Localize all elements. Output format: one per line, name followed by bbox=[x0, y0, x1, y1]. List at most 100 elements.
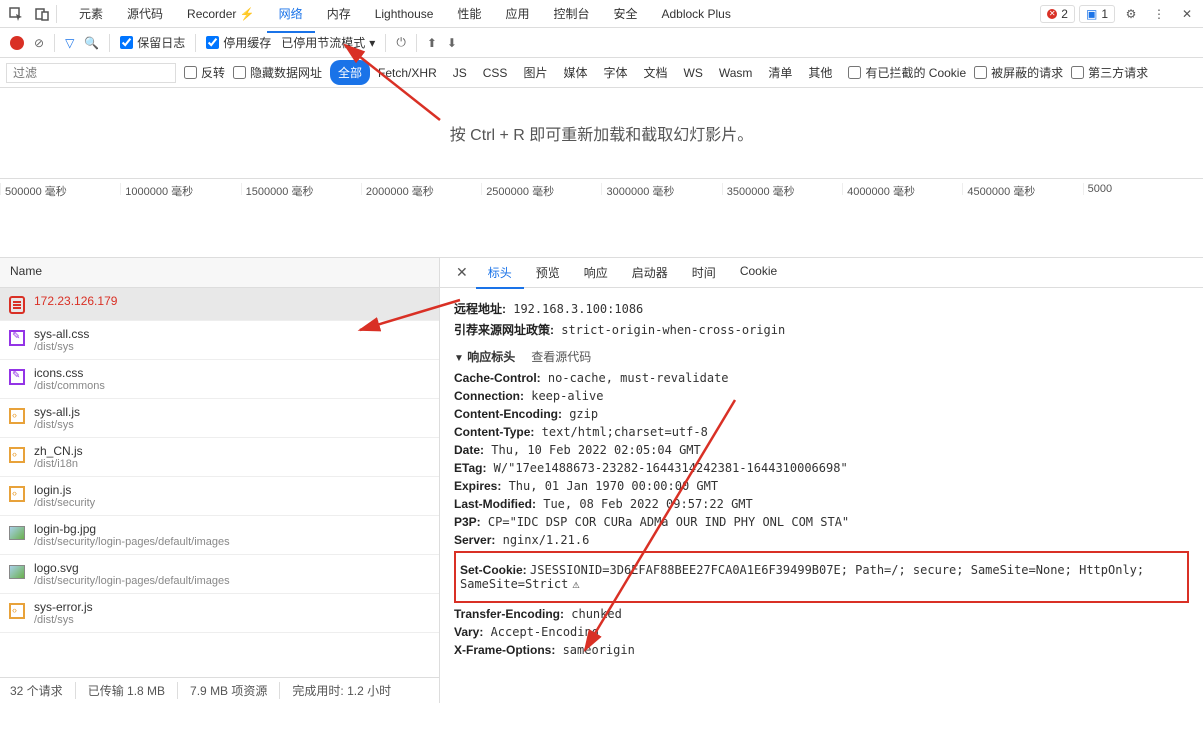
detail-tab-0[interactable]: 标头 bbox=[476, 258, 524, 289]
filter-type-全部[interactable]: 全部 bbox=[330, 60, 370, 85]
close-detail-icon[interactable]: ✕ bbox=[448, 264, 476, 281]
device-icon[interactable] bbox=[30, 2, 54, 26]
separator bbox=[54, 34, 55, 52]
inspect-icon[interactable] bbox=[4, 2, 28, 26]
panel-tabs: 元素源代码Recorder ⚡网络内存Lighthouse性能应用控制台安全Ad… bbox=[67, 0, 1038, 28]
upload-icon[interactable]: ⬆ bbox=[427, 36, 437, 50]
view-source-link[interactable]: 查看源代码 bbox=[531, 348, 591, 365]
filter-type-文档[interactable]: 文档 bbox=[635, 60, 675, 85]
timeline-tick: 1500000 毫秒 bbox=[241, 183, 361, 195]
request-name: sys-all.css bbox=[34, 327, 89, 341]
filter-type-图片[interactable]: 图片 bbox=[515, 60, 555, 85]
request-row[interactable]: 172.23.126.179 bbox=[0, 288, 439, 321]
js-file-icon bbox=[8, 602, 26, 620]
doc-file-icon bbox=[8, 296, 26, 314]
detail-tab-4[interactable]: 时间 bbox=[680, 258, 728, 288]
header-key: Last-Modified: bbox=[454, 497, 536, 511]
request-name: 172.23.126.179 bbox=[34, 294, 117, 308]
throttle-label: 已停用节流模式 bbox=[281, 34, 365, 51]
request-name: icons.css bbox=[34, 366, 105, 380]
request-row[interactable]: login-bg.jpg/dist/security/login-pages/d… bbox=[0, 516, 439, 555]
header-row: Server: nginx/1.21.6 bbox=[454, 533, 1189, 547]
blocked-cookie-checkbox[interactable]: 有已拦截的 Cookie bbox=[848, 64, 966, 81]
header-row: Content-Type: text/html;charset=utf-8 bbox=[454, 425, 1189, 439]
header-key: X-Frame-Options: bbox=[454, 643, 555, 657]
filter-input[interactable] bbox=[6, 63, 176, 83]
filter-type-Wasm[interactable]: Wasm bbox=[711, 62, 761, 84]
header-key: Content-Type: bbox=[454, 425, 534, 439]
header-row-set-cookie: Set-Cookie: JSESSIONID=3D6EFAF88BEE27FCA… bbox=[460, 563, 1183, 591]
network-toolbar: ⊘ ▽ 🔍 保留日志 停用缓存 已停用节流模式 ▾ ⏻ ⬆ ⬇ bbox=[0, 28, 1203, 58]
header-row: X-Frame-Options: sameorigin bbox=[454, 643, 1189, 657]
panel-tab-7[interactable]: 应用 bbox=[493, 0, 541, 28]
panel-tab-6[interactable]: 性能 bbox=[445, 0, 493, 28]
detail-tab-1[interactable]: 预览 bbox=[524, 258, 572, 288]
request-name: sys-error.js bbox=[34, 600, 93, 614]
panel-tab-1[interactable]: 源代码 bbox=[115, 0, 175, 28]
panel-tab-4[interactable]: 内存 bbox=[315, 0, 363, 28]
filter-icon[interactable]: ▽ bbox=[65, 36, 74, 50]
request-row[interactable]: sys-all.js/dist/sys bbox=[0, 399, 439, 438]
preserve-log-checkbox[interactable]: 保留日志 bbox=[120, 34, 185, 51]
timeline-ticks: 500000 毫秒1000000 毫秒1500000 毫秒2000000 毫秒2… bbox=[0, 183, 1203, 195]
panel-tab-3[interactable]: 网络 bbox=[267, 0, 315, 28]
hide-data-url-checkbox[interactable]: 隐藏数据网址 bbox=[233, 64, 322, 81]
header-row: Last-Modified: Tue, 08 Feb 2022 09:57:22… bbox=[454, 497, 1189, 511]
disable-cache-checkbox[interactable]: 停用缓存 bbox=[206, 34, 271, 51]
request-row[interactable]: logo.svg/dist/security/login-pages/defau… bbox=[0, 555, 439, 594]
message-badge[interactable]: ▣1 bbox=[1079, 5, 1115, 23]
panel-tab-5[interactable]: Lighthouse bbox=[363, 1, 446, 27]
filter-type-其他[interactable]: 其他 bbox=[800, 60, 840, 85]
panel-tab-8[interactable]: 控制台 bbox=[541, 0, 601, 28]
toolbar-right: ✕2 ▣1 ⚙ ⋮ ✕ bbox=[1040, 2, 1199, 26]
filter-type-字体[interactable]: 字体 bbox=[595, 60, 635, 85]
search-icon[interactable]: 🔍 bbox=[84, 36, 99, 50]
blocked-req-checkbox[interactable]: 被屏蔽的请求 bbox=[974, 64, 1063, 81]
panel-tab-0[interactable]: 元素 bbox=[67, 0, 115, 28]
error-badge[interactable]: ✕2 bbox=[1040, 5, 1075, 23]
filter-type-WS[interactable]: WS bbox=[676, 62, 711, 84]
third-party-checkbox[interactable]: 第三方请求 bbox=[1071, 64, 1148, 81]
invert-checkbox[interactable]: 反转 bbox=[184, 64, 225, 81]
status-req-count: 32 个请求 bbox=[10, 682, 76, 699]
request-detail-panel: ✕ 标头预览响应启动器时间Cookie 远程地址: 192.168.3.100:… bbox=[440, 258, 1203, 703]
response-headers-section[interactable]: ▼ 响应标头 查看源代码 bbox=[454, 348, 1189, 365]
filter-type-Fetch/XHR[interactable]: Fetch/XHR bbox=[370, 62, 445, 84]
header-row: Vary: Accept-Encoding bbox=[454, 625, 1189, 639]
header-value: Thu, 10 Feb 2022 02:05:04 GMT bbox=[484, 443, 701, 457]
panel-tab-9[interactable]: 安全 bbox=[601, 0, 649, 28]
request-row[interactable]: icons.css/dist/commons bbox=[0, 360, 439, 399]
filter-type-CSS[interactable]: CSS bbox=[475, 62, 516, 84]
detail-tab-3[interactable]: 启动器 bbox=[620, 258, 680, 288]
detail-tab-5[interactable]: Cookie bbox=[728, 258, 789, 288]
timeline-tick: 3500000 毫秒 bbox=[722, 183, 842, 195]
panel-tab-10[interactable]: Adblock Plus bbox=[649, 1, 742, 27]
wifi-icon[interactable]: ⏻ bbox=[396, 35, 406, 50]
request-list: 172.23.126.179sys-all.css/dist/sysicons.… bbox=[0, 288, 439, 677]
header-value: Tue, 08 Feb 2022 09:57:22 GMT bbox=[536, 497, 753, 511]
request-row[interactable]: sys-error.js/dist/sys bbox=[0, 594, 439, 633]
panel-tab-2[interactable]: Recorder ⚡ bbox=[175, 1, 267, 27]
more-icon[interactable]: ⋮ bbox=[1147, 2, 1171, 26]
settings-icon[interactable]: ⚙ bbox=[1119, 2, 1143, 26]
download-icon[interactable]: ⬇ bbox=[447, 36, 457, 50]
record-button[interactable] bbox=[10, 36, 24, 50]
throttle-dropdown[interactable]: 已停用节流模式 ▾ bbox=[281, 34, 375, 51]
request-row[interactable]: sys-all.css/dist/sys bbox=[0, 321, 439, 360]
filter-type-清单[interactable]: 清单 bbox=[760, 60, 800, 85]
header-key: Content-Encoding: bbox=[454, 407, 562, 421]
clear-icon[interactable]: ⊘ bbox=[34, 36, 44, 50]
header-row: P3P: CP="IDC DSP COR CURa ADMa OUR IND P… bbox=[454, 515, 1189, 529]
request-row[interactable]: zh_CN.js/dist/i18n bbox=[0, 438, 439, 477]
name-column-header[interactable]: Name bbox=[0, 258, 439, 288]
response-headers-title: 响应标头 bbox=[467, 350, 515, 364]
set-cookie-highlight: Set-Cookie: JSESSIONID=3D6EFAF88BEE27FCA… bbox=[454, 551, 1189, 603]
header-key: Connection: bbox=[454, 389, 524, 403]
filter-type-媒体[interactable]: 媒体 bbox=[555, 60, 595, 85]
timeline-overview[interactable]: 500000 毫秒1000000 毫秒1500000 毫秒2000000 毫秒2… bbox=[0, 178, 1203, 258]
filter-type-JS[interactable]: JS bbox=[445, 62, 475, 84]
header-key: Expires: bbox=[454, 479, 501, 493]
close-icon[interactable]: ✕ bbox=[1175, 2, 1199, 26]
detail-tab-2[interactable]: 响应 bbox=[572, 258, 620, 288]
request-row[interactable]: login.js/dist/security bbox=[0, 477, 439, 516]
